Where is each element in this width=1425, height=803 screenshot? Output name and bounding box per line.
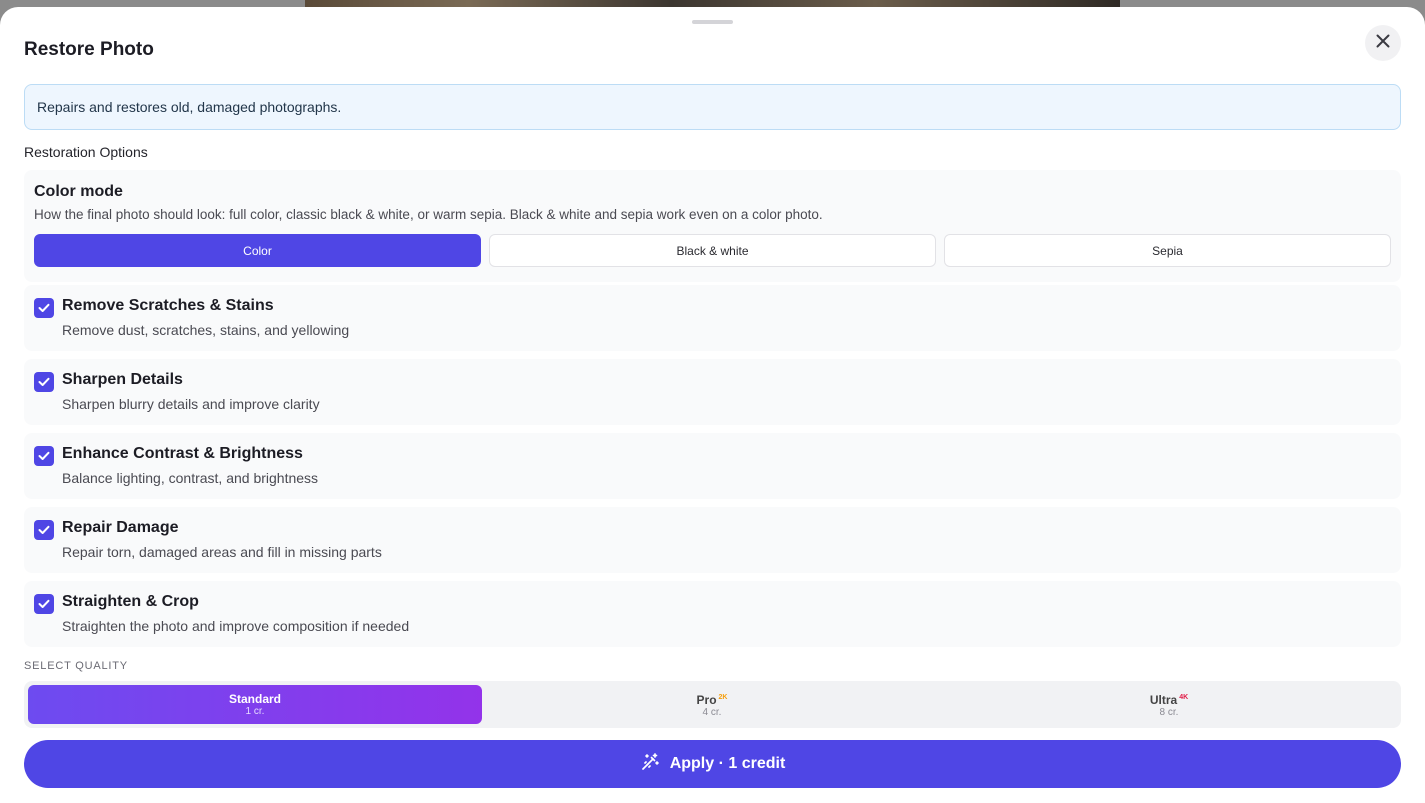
option-description: Balance lighting, contrast, and brightne… (62, 470, 319, 486)
quality-cost: 8 cr. (1159, 706, 1179, 718)
option-checkbox[interactable] (34, 298, 54, 318)
quality-cost: 1 cr. (245, 705, 265, 717)
quality-selector: Standard 1 cr. Pro 2K 4 cr. Ultra 4K 8 cr. (24, 681, 1401, 728)
apply-button[interactable]: Apply · 1 credit (24, 740, 1401, 788)
quality-name-text: Standard (228, 691, 281, 706)
option-title: Enhance Contrast & Brightness (62, 445, 303, 462)
option-repair-damage[interactable]: Repair Damage Repair torn, damaged areas… (24, 507, 1401, 573)
quality-name: Ultra 4K (1150, 691, 1188, 707)
option-straighten-crop[interactable]: Straighten & Crop Straighten the photo a… (24, 581, 1401, 647)
color-mode-panel: Color mode How the final photo should lo… (24, 170, 1401, 282)
color-mode-color-button[interactable]: Color (34, 234, 481, 267)
magic-wand-icon (640, 752, 660, 777)
checkmark-icon (38, 303, 50, 312)
quality-name: Standard (229, 692, 281, 706)
quality-badge-4k: 4K (1179, 693, 1189, 701)
info-box: Repairs and restores old, damaged photog… (24, 84, 1401, 130)
option-checkbox[interactable] (34, 594, 54, 614)
option-description: Repair torn, damaged areas and fill in m… (62, 544, 382, 560)
checkmark-icon (38, 377, 50, 386)
option-remove-scratches[interactable]: Remove Scratches & Stains Remove dust, s… (24, 285, 1401, 351)
option-title: Straighten & Crop (62, 593, 199, 610)
option-checkbox[interactable] (34, 446, 54, 466)
select-quality-label: SELECT QUALITY (24, 660, 128, 672)
color-mode-title: Color mode (34, 183, 123, 200)
dialog-title: Restore Photo (24, 39, 154, 60)
color-mode-black-white-button[interactable]: Black & white (489, 234, 936, 267)
color-mode-sepia-button[interactable]: Sepia (944, 234, 1391, 267)
quality-name-text: Ultra (1149, 692, 1178, 707)
color-mode-description: How the final photo should look: full co… (34, 207, 823, 222)
option-title: Remove Scratches & Stains (62, 297, 274, 314)
quality-name-text: Pro (696, 692, 717, 707)
quality-badge-2k: 2K (718, 693, 728, 701)
quality-cost: 4 cr. (702, 706, 722, 718)
option-title: Repair Damage (62, 519, 179, 536)
option-description: Sharpen blurry details and improve clari… (62, 396, 320, 412)
checkmark-icon (38, 451, 50, 460)
sheet-grabber-handle[interactable] (692, 20, 733, 24)
option-sharpen-details[interactable]: Sharpen Details Sharpen blurry details a… (24, 359, 1401, 425)
checkmark-icon (38, 525, 50, 534)
option-checkbox[interactable] (34, 520, 54, 540)
quality-pro-button[interactable]: Pro 2K 4 cr. (485, 685, 939, 724)
option-description: Straighten the photo and improve composi… (62, 618, 410, 634)
restoration-options-label: Restoration Options (24, 144, 148, 160)
quality-name: Pro 2K (697, 691, 728, 707)
checkmark-icon (38, 599, 50, 608)
close-icon (1376, 34, 1390, 53)
close-button[interactable] (1365, 25, 1401, 61)
option-checkbox[interactable] (34, 372, 54, 392)
restore-photo-sheet: Restore Photo Repairs and restores old, … (0, 7, 1425, 803)
quality-standard-button[interactable]: Standard 1 cr. (28, 685, 482, 724)
option-title: Sharpen Details (62, 371, 183, 388)
apply-label: Apply · 1 credit (669, 755, 786, 772)
option-enhance-contrast[interactable]: Enhance Contrast & Brightness Balance li… (24, 433, 1401, 499)
info-text: Repairs and restores old, damaged photog… (37, 99, 342, 115)
quality-ultra-button[interactable]: Ultra 4K 8 cr. (942, 685, 1396, 724)
option-description: Remove dust, scratches, stains, and yell… (62, 322, 350, 338)
